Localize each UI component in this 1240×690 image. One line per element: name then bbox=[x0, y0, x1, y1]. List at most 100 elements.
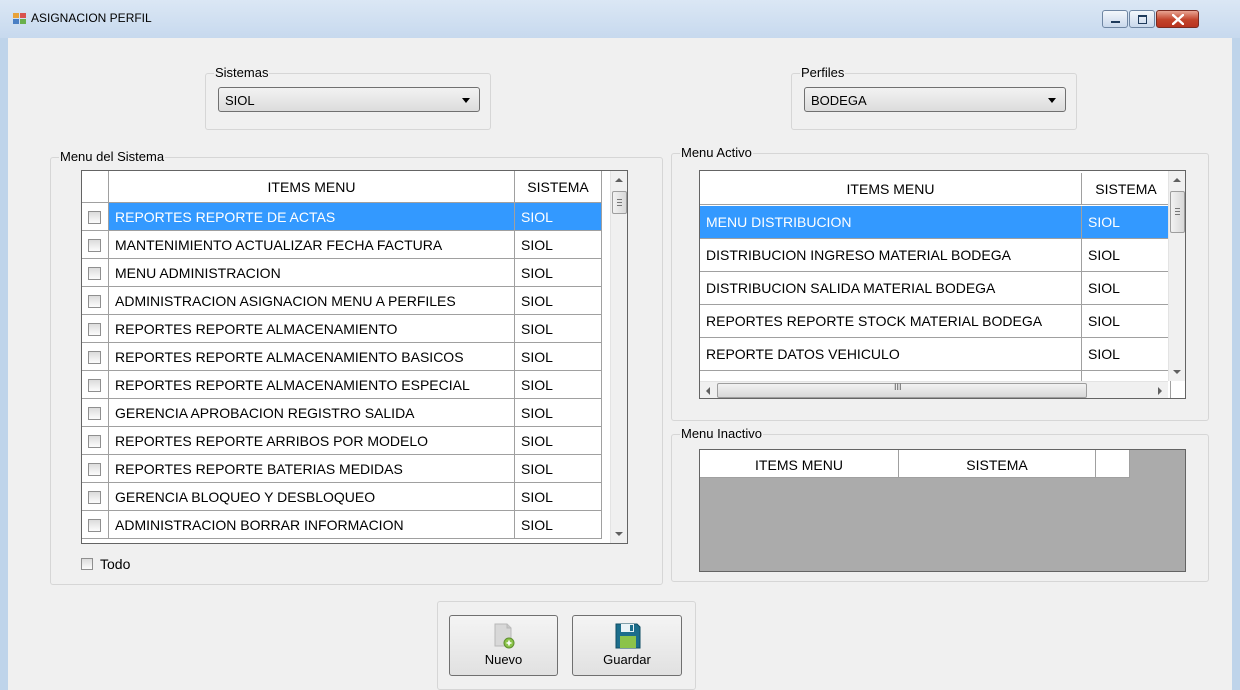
column-header-sistema[interactable]: SISTEMA bbox=[515, 171, 602, 203]
guardar-button[interactable]: Guardar bbox=[572, 615, 682, 676]
row-checkbox-cell[interactable] bbox=[82, 511, 109, 539]
sistema-cell[interactable]: SIOL bbox=[515, 259, 602, 287]
sistema-cell[interactable]: SIOL bbox=[1082, 338, 1171, 371]
close-button[interactable] bbox=[1156, 10, 1199, 28]
items-menu-cell[interactable]: REPORTE DATOS VEHICULO bbox=[700, 338, 1082, 371]
items-menu-cell[interactable]: REPORTES REPORTE ARRIBOS POR MODELO bbox=[109, 427, 515, 455]
items-menu-cell[interactable]: DISTRIBUCION INGRESO MATERIAL BODEGA bbox=[700, 239, 1082, 272]
table-row[interactable]: MANTENIMIENTO ACTUALIZAR FECHA FACTURA SI… bbox=[82, 231, 611, 259]
row-checkbox[interactable] bbox=[88, 463, 101, 476]
sistema-cell[interactable]: SIOL bbox=[1082, 239, 1171, 272]
table-row[interactable]: REPORTES REPORTE ALMACENAMIENTO ESPECIAL… bbox=[82, 371, 611, 399]
table-row[interactable]: GERENCIA BLOQUEO Y DESBLOQUEO SIOL bbox=[82, 483, 611, 511]
sistema-cell[interactable]: SIOL bbox=[515, 399, 602, 427]
sistema-cell[interactable]: SIOL bbox=[515, 315, 602, 343]
scroll-down-icon[interactable] bbox=[1173, 370, 1181, 374]
table-row[interactable]: MENU ADMINISTRACION SIOL bbox=[82, 259, 611, 287]
sistemas-select[interactable]: SIOL bbox=[218, 87, 480, 112]
table-row[interactable]: DISTRIBUCION INGRESO MATERIAL BODEGA SIOL bbox=[700, 239, 1171, 272]
menu-activo-grid[interactable]: ITEMS MENU SISTEMA MENU DISTRIBUCION SIOL… bbox=[699, 170, 1186, 399]
items-menu-cell[interactable]: DISTRIBUCION SALIDA MATERIAL BODEGA bbox=[700, 272, 1082, 305]
items-menu-cell[interactable]: GERENCIA BLOQUEO Y DESBLOQUEO bbox=[109, 483, 515, 511]
table-row[interactable]: MENU DISTRIBUCION SIOL bbox=[700, 206, 1171, 239]
row-checkbox-cell[interactable] bbox=[82, 455, 109, 483]
row-checkbox-cell[interactable] bbox=[82, 259, 109, 287]
column-header-items-menu[interactable]: ITEMS MENU bbox=[700, 450, 899, 478]
scroll-thumb[interactable]: III bbox=[717, 382, 1087, 398]
row-checkbox[interactable] bbox=[88, 239, 101, 252]
sistema-cell[interactable]: SIOL bbox=[515, 511, 602, 539]
items-menu-cell[interactable]: REPORTES REPORTE STOCK MATERIAL BODEGA bbox=[700, 305, 1082, 338]
items-menu-cell[interactable]: REPORTES REPORTE ALMACENAMIENTO ESPECIAL bbox=[109, 371, 515, 399]
items-menu-cell[interactable]: MENU DISTRIBUCION bbox=[700, 206, 1082, 239]
table-row[interactable]: ADMINISTRACION BORRAR INFORMACION SIOL bbox=[82, 511, 611, 539]
row-checkbox[interactable] bbox=[88, 295, 101, 308]
sistema-cell[interactable]: SIOL bbox=[515, 203, 602, 231]
scroll-down-icon[interactable] bbox=[615, 532, 623, 536]
row-checkbox-cell[interactable] bbox=[82, 203, 109, 231]
scroll-thumb[interactable] bbox=[612, 191, 627, 214]
items-menu-cell[interactable]: GERENCIA APROBACION REGISTRO SALIDA bbox=[109, 399, 515, 427]
row-checkbox-cell[interactable] bbox=[82, 483, 109, 511]
items-menu-cell[interactable]: MANTENIMIENTO ACTUALIZAR FECHA FACTURA bbox=[109, 231, 515, 259]
sistema-cell[interactable]: SIOL bbox=[515, 455, 602, 483]
row-checkbox[interactable] bbox=[88, 491, 101, 504]
table-row[interactable]: REPORTES REPORTE ALMACENAMIENTO BASICOS S… bbox=[82, 343, 611, 371]
row-checkbox-cell[interactable] bbox=[82, 315, 109, 343]
items-menu-cell[interactable]: REPORTES REPORTE DE ACTAS bbox=[109, 203, 515, 231]
minimize-button[interactable] bbox=[1102, 10, 1128, 28]
maximize-button[interactable] bbox=[1129, 10, 1155, 28]
vertical-scrollbar[interactable] bbox=[610, 171, 627, 543]
row-checkbox[interactable] bbox=[88, 519, 101, 532]
column-header-sistema[interactable]: SISTEMA bbox=[899, 450, 1096, 478]
sistema-cell[interactable]: SIOL bbox=[515, 343, 602, 371]
scroll-thumb[interactable] bbox=[1170, 191, 1185, 233]
row-checkbox[interactable] bbox=[88, 267, 101, 280]
table-row[interactable]: REPORTES REPORTE ARRIBOS POR MODELO SIOL bbox=[82, 427, 611, 455]
sistema-cell[interactable]: SIOL bbox=[1082, 272, 1171, 305]
todo-checkbox[interactable] bbox=[81, 558, 93, 570]
row-checkbox[interactable] bbox=[88, 351, 101, 364]
items-menu-cell[interactable]: ADMINISTRACION BORRAR INFORMACION bbox=[109, 511, 515, 539]
scroll-left-icon[interactable] bbox=[706, 387, 710, 395]
table-row[interactable]: REPORTES REPORTE STOCK MATERIAL BODEGA SI… bbox=[700, 305, 1171, 338]
vertical-scrollbar[interactable] bbox=[1168, 171, 1185, 381]
menu-inactivo-grid[interactable]: ITEMS MENU SISTEMA bbox=[699, 449, 1186, 572]
row-checkbox[interactable] bbox=[88, 407, 101, 420]
row-checkbox-cell[interactable] bbox=[82, 399, 109, 427]
row-checkbox-cell[interactable] bbox=[82, 371, 109, 399]
sistema-cell[interactable]: SIOL bbox=[1082, 206, 1171, 239]
horizontal-scrollbar[interactable]: III bbox=[700, 381, 1168, 398]
column-header-sistema[interactable]: SISTEMA bbox=[1082, 173, 1171, 205]
scroll-right-icon[interactable] bbox=[1158, 387, 1162, 395]
scroll-up-icon[interactable] bbox=[615, 178, 623, 182]
table-row[interactable]: ADMINISTRACION ASIGNACION MENU A PERFILE… bbox=[82, 287, 611, 315]
table-row[interactable]: REPORTES REPORTE BATERIAS MEDIDAS SIOL bbox=[82, 455, 611, 483]
scroll-up-icon[interactable] bbox=[1173, 178, 1181, 182]
sistema-cell[interactable]: SIOL bbox=[515, 231, 602, 259]
column-header-items-menu[interactable]: ITEMS MENU bbox=[109, 171, 515, 203]
sistema-cell[interactable]: SIOL bbox=[515, 427, 602, 455]
items-menu-cell[interactable]: MENU ADMINISTRACION bbox=[109, 259, 515, 287]
sistema-cell[interactable]: SIOL bbox=[515, 287, 602, 315]
row-checkbox-cell[interactable] bbox=[82, 343, 109, 371]
table-row[interactable]: REPORTES REPORTE DE ACTAS SIOL bbox=[82, 203, 611, 231]
table-row[interactable]: DISTRIBUCION SALIDA MATERIAL BODEGA SIOL bbox=[700, 272, 1171, 305]
sistema-cell[interactable]: SIOL bbox=[515, 371, 602, 399]
row-checkbox[interactable] bbox=[88, 211, 101, 224]
items-menu-cell[interactable]: REPORTES REPORTE ALMACENAMIENTO BASICOS bbox=[109, 343, 515, 371]
row-checkbox-cell[interactable] bbox=[82, 287, 109, 315]
items-menu-cell[interactable]: REPORTES REPORTE ALMACENAMIENTO bbox=[109, 315, 515, 343]
row-checkbox[interactable] bbox=[88, 323, 101, 336]
items-menu-cell[interactable]: REPORTES REPORTE BATERIAS MEDIDAS bbox=[109, 455, 515, 483]
table-row[interactable]: REPORTES REPORTE ALMACENAMIENTO SIOL bbox=[82, 315, 611, 343]
row-checkbox[interactable] bbox=[88, 379, 101, 392]
table-row[interactable]: REPORTE DATOS VEHICULO SIOL bbox=[700, 338, 1171, 371]
column-header-items-menu[interactable]: ITEMS MENU bbox=[700, 173, 1082, 205]
sistema-cell[interactable]: SIOL bbox=[515, 483, 602, 511]
row-checkbox-cell[interactable] bbox=[82, 427, 109, 455]
perfiles-select[interactable]: BODEGA bbox=[804, 87, 1066, 112]
items-menu-cell[interactable]: ADMINISTRACION ASIGNACION MENU A PERFILE… bbox=[109, 287, 515, 315]
sistema-cell[interactable]: SIOL bbox=[1082, 305, 1171, 338]
row-checkbox[interactable] bbox=[88, 435, 101, 448]
